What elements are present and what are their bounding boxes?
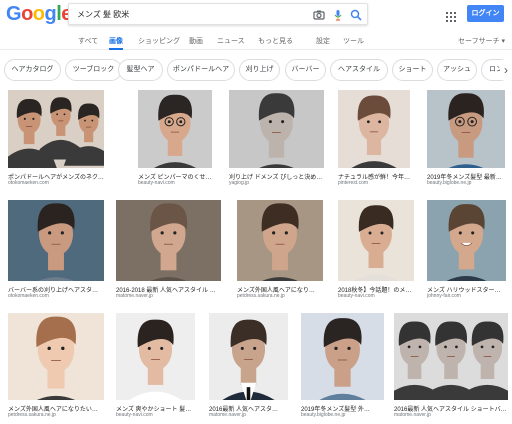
result-thumbnail[interactable] [338, 90, 410, 168]
logo-letter-o2: o [32, 3, 45, 25]
chip-barber[interactable]: バーバー [285, 59, 326, 81]
related-search-chips: ヘアカタログ ツーブロック 髪型ヘア ポンパドールヘア 刈り上げ バーバー ヘア… [0, 57, 512, 83]
result-source: beauty-navi.com [116, 412, 153, 418]
result-thumbnail[interactable] [394, 313, 508, 400]
google-logo[interactable]: Google [6, 3, 72, 25]
camera-icon[interactable] [312, 8, 326, 22]
chip-ash[interactable]: アッシュ [437, 59, 477, 81]
result-thumbnail[interactable] [138, 90, 212, 168]
search-box [68, 3, 368, 25]
tab-tools[interactable]: ツール [343, 36, 364, 50]
chip-hairstyle-hair[interactable]: 髪型ヘア [118, 59, 163, 81]
apps-grid-icon[interactable] [446, 9, 456, 22]
tab-all[interactable]: すべて [78, 36, 98, 50]
chip-pompadour[interactable]: ポンパドールヘア [167, 59, 235, 81]
tab-videos[interactable]: 動画 [189, 36, 203, 50]
chip-karuage[interactable]: 刈り上げ [239, 59, 280, 81]
result-source: beauty.biglobe.ne.jp [427, 180, 472, 186]
tab-settings[interactable]: 設定 [316, 36, 330, 50]
result-source: beauty.biglobe.ne.jp [301, 412, 346, 418]
result-thumbnail[interactable] [8, 313, 104, 400]
result-source: pinterest.com [338, 180, 369, 186]
tab-images[interactable]: 画像 [109, 36, 123, 50]
logo-letter-o1: o [21, 3, 33, 25]
result-thumbnail[interactable] [301, 313, 384, 400]
result-source: matome.naver.jp [116, 293, 153, 299]
login-button[interactable]: ログイン [467, 5, 504, 22]
result-source: beauty-navi.com [138, 180, 175, 186]
chip-two-block[interactable]: ツーブロック [65, 59, 122, 81]
result-thumbnail[interactable] [209, 313, 288, 400]
logo-letter-g2: g [44, 3, 57, 25]
result-thumbnail[interactable] [237, 200, 323, 281]
result-thumbnail[interactable] [229, 90, 324, 168]
result-thumbnail[interactable] [8, 90, 104, 168]
result-thumbnail[interactable] [338, 200, 414, 281]
microphone-icon[interactable] [331, 8, 345, 22]
result-thumbnail[interactable] [427, 200, 506, 281]
tab-more[interactable]: もっと見る [258, 36, 293, 50]
result-source: petdress.sakura.ne.jp [8, 412, 56, 418]
tab-shopping[interactable]: ショッピング [138, 36, 180, 50]
chip-hairstyle[interactable]: ヘアスタイル [330, 59, 388, 81]
result-thumbnail[interactable] [116, 200, 221, 281]
search-input[interactable] [77, 7, 297, 22]
result-source: otokomaeken.com [8, 293, 49, 299]
chip-short[interactable]: ショート [392, 59, 433, 81]
result-source: matome.naver.jp [209, 412, 246, 418]
result-thumbnail[interactable] [427, 90, 505, 168]
result-thumbnail[interactable] [8, 200, 104, 281]
header: Google ログイン [0, 0, 512, 30]
result-source: otokomaeken.com [8, 180, 49, 186]
result-thumbnail[interactable] [116, 313, 195, 400]
tab-news[interactable]: ニュース [217, 36, 245, 50]
search-icon[interactable] [349, 8, 363, 22]
chip-hair-catalog[interactable]: ヘアカタログ [4, 59, 61, 81]
result-source: johnny-fair.com [427, 293, 461, 299]
search-tabs: すべて 画像 ショッピング 動画 ニュース もっと見る 設定 ツール セーフサー… [0, 30, 512, 50]
result-source: matome.naver.jp [394, 412, 431, 418]
result-source: yagiog.jp [229, 180, 250, 186]
result-source: beauty-navi.com [338, 293, 375, 299]
safesearch-menu[interactable]: セーフサーチ ▾ [458, 36, 505, 50]
result-source: petdress.sakura.ne.jp [237, 293, 285, 299]
chevron-right-icon[interactable]: › [500, 60, 512, 80]
logo-letter-g1: G [6, 3, 22, 25]
